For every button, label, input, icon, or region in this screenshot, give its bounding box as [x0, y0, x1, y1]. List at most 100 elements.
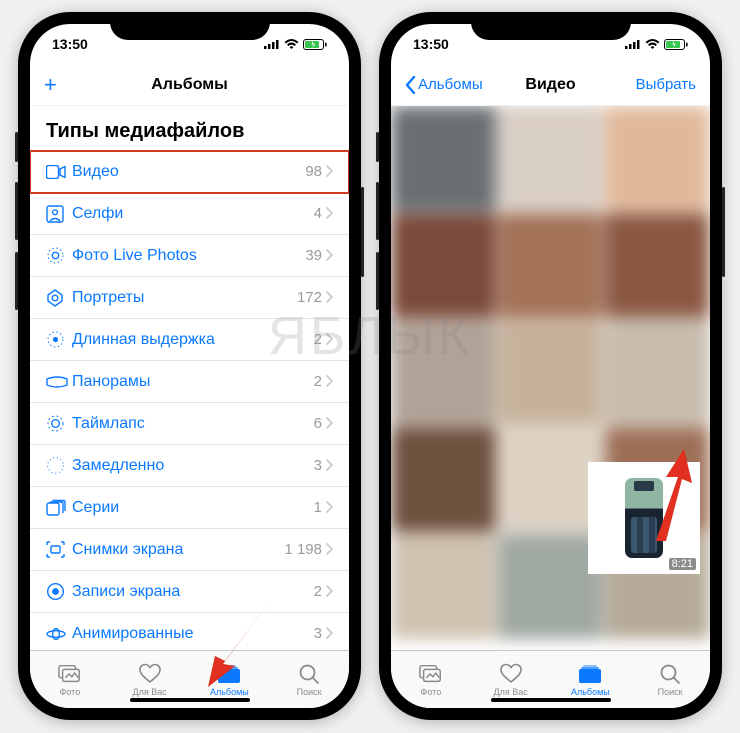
phone-left: 13:50 + Альбомы Типы медиафайлов Видео 9… [18, 12, 361, 720]
video-thumbnail[interactable] [391, 320, 496, 425]
tab-icon [297, 663, 321, 685]
tab-label: Для Вас [494, 687, 528, 697]
slowmo-icon [46, 456, 72, 475]
row-label: Снимки экрана [72, 541, 284, 559]
row-count: 2 [314, 583, 322, 600]
row-label: Селфи [72, 205, 314, 223]
tab-label: Поиск [297, 687, 322, 697]
home-indicator[interactable] [130, 698, 250, 702]
tab-photos[interactable]: Фото [30, 651, 110, 708]
tab-icon [658, 663, 682, 685]
tab-icon [499, 663, 523, 685]
media-row-burst[interactable]: Серии 1 [30, 487, 349, 529]
callout-arrow-thumb [636, 447, 698, 548]
battery-icon [664, 39, 688, 50]
live-icon [46, 246, 72, 265]
video-thumbnail[interactable] [498, 106, 603, 211]
chevron-right-icon [326, 164, 333, 180]
media-row-timelapse[interactable]: Таймлапс 6 [30, 403, 349, 445]
video-thumbnail[interactable] [498, 427, 603, 532]
row-count: 2 [314, 331, 322, 348]
video-thumbnail[interactable] [391, 534, 496, 639]
nav-bar: Альбомы Видео Выбрать [391, 64, 710, 106]
signal-icon [625, 39, 641, 49]
home-indicator[interactable] [491, 698, 611, 702]
media-row-live[interactable]: Фото Live Photos 39 [30, 235, 349, 277]
row-count: 172 [297, 289, 322, 306]
row-label: Видео [72, 163, 305, 181]
tab-label: Фото [421, 687, 442, 697]
media-row-screenshot[interactable]: Снимки экрана 1 198 [30, 529, 349, 571]
tab-label: Поиск [658, 687, 683, 697]
tab-label: Фото [60, 687, 81, 697]
tab-search[interactable]: Поиск [269, 651, 349, 708]
burst-icon [46, 499, 72, 516]
video-thumbnail[interactable] [498, 320, 603, 425]
media-row-selfie[interactable]: Селфи 4 [30, 193, 349, 235]
tab-icon [58, 663, 82, 685]
video-thumbnail[interactable] [391, 106, 496, 211]
chevron-right-icon [326, 206, 333, 222]
signal-icon [264, 39, 280, 49]
chevron-right-icon [326, 584, 333, 600]
video-thumbnail[interactable] [391, 427, 496, 532]
chevron-left-icon [405, 76, 416, 94]
media-row-panorama[interactable]: Панорамы 2 [30, 361, 349, 403]
chevron-right-icon [326, 416, 333, 432]
row-label: Длинная выдержка [72, 331, 314, 349]
chevron-right-icon [326, 542, 333, 558]
media-row-screenrec[interactable]: Записи экрана 2 [30, 571, 349, 613]
video-thumbnail[interactable] [391, 213, 496, 318]
tab-icon [419, 663, 443, 685]
add-button[interactable]: + [44, 72, 57, 98]
video-thumbnail[interactable] [498, 213, 603, 318]
row-label: Записи экрана [72, 583, 314, 601]
nav-bar: + Альбомы [30, 64, 349, 106]
tab-photos[interactable]: Фото [391, 651, 471, 708]
row-label: Серии [72, 499, 314, 517]
chevron-right-icon [326, 500, 333, 516]
chevron-right-icon [326, 248, 333, 264]
callout-arrow-tabs [205, 599, 275, 694]
row-count: 4 [314, 205, 322, 222]
row-count: 3 [314, 625, 322, 642]
media-row-longexp[interactable]: Длинная выдержка 2 [30, 319, 349, 361]
row-count: 6 [314, 415, 322, 432]
tab-label: Альбомы [571, 687, 610, 697]
clock: 13:50 [413, 36, 449, 52]
status-bar: 13:50 [30, 24, 349, 64]
video-thumbnail[interactable] [605, 320, 710, 425]
media-row-video[interactable]: Видео 98 [30, 151, 349, 193]
video-thumbnail[interactable] [605, 106, 710, 211]
video-duration: 8:21 [669, 558, 696, 570]
tab-search[interactable]: Поиск [630, 651, 710, 708]
video-grid[interactable]: 8:21 [391, 106, 710, 650]
scroll-content[interactable]: Типы медиафайлов Видео 98 Селфи 4 Фото L… [30, 106, 349, 650]
row-label: Таймлапс [72, 415, 314, 433]
row-count: 98 [305, 163, 322, 180]
media-row-slowmo[interactable]: Замедленно 3 [30, 445, 349, 487]
video-thumbnail[interactable] [605, 213, 710, 318]
page-title: Видео [525, 76, 575, 94]
row-count: 39 [305, 247, 322, 264]
wifi-icon [284, 39, 299, 50]
portrait-icon [46, 289, 72, 307]
row-count: 2 [314, 373, 322, 390]
screenshot-icon [46, 541, 72, 558]
page-title: Альбомы [151, 76, 228, 94]
row-label: Портреты [72, 289, 297, 307]
select-button[interactable]: Выбрать [636, 76, 696, 93]
media-row-portrait[interactable]: Портреты 172 [30, 277, 349, 319]
chevron-right-icon [326, 374, 333, 390]
row-label: Панорамы [72, 373, 314, 391]
section-media-types: Типы медиафайлов [30, 106, 349, 151]
back-button[interactable]: Альбомы [405, 76, 483, 94]
screenrec-icon [46, 582, 72, 601]
chevron-right-icon [326, 290, 333, 306]
video-thumbnail[interactable] [498, 534, 603, 639]
phone-right: 13:50 Альбомы Видео Выбрать [379, 12, 722, 720]
media-row-animated[interactable]: Анимированные 3 [30, 613, 349, 650]
back-label: Альбомы [418, 76, 483, 93]
longexp-icon [46, 330, 72, 349]
timelapse-icon [46, 414, 72, 433]
